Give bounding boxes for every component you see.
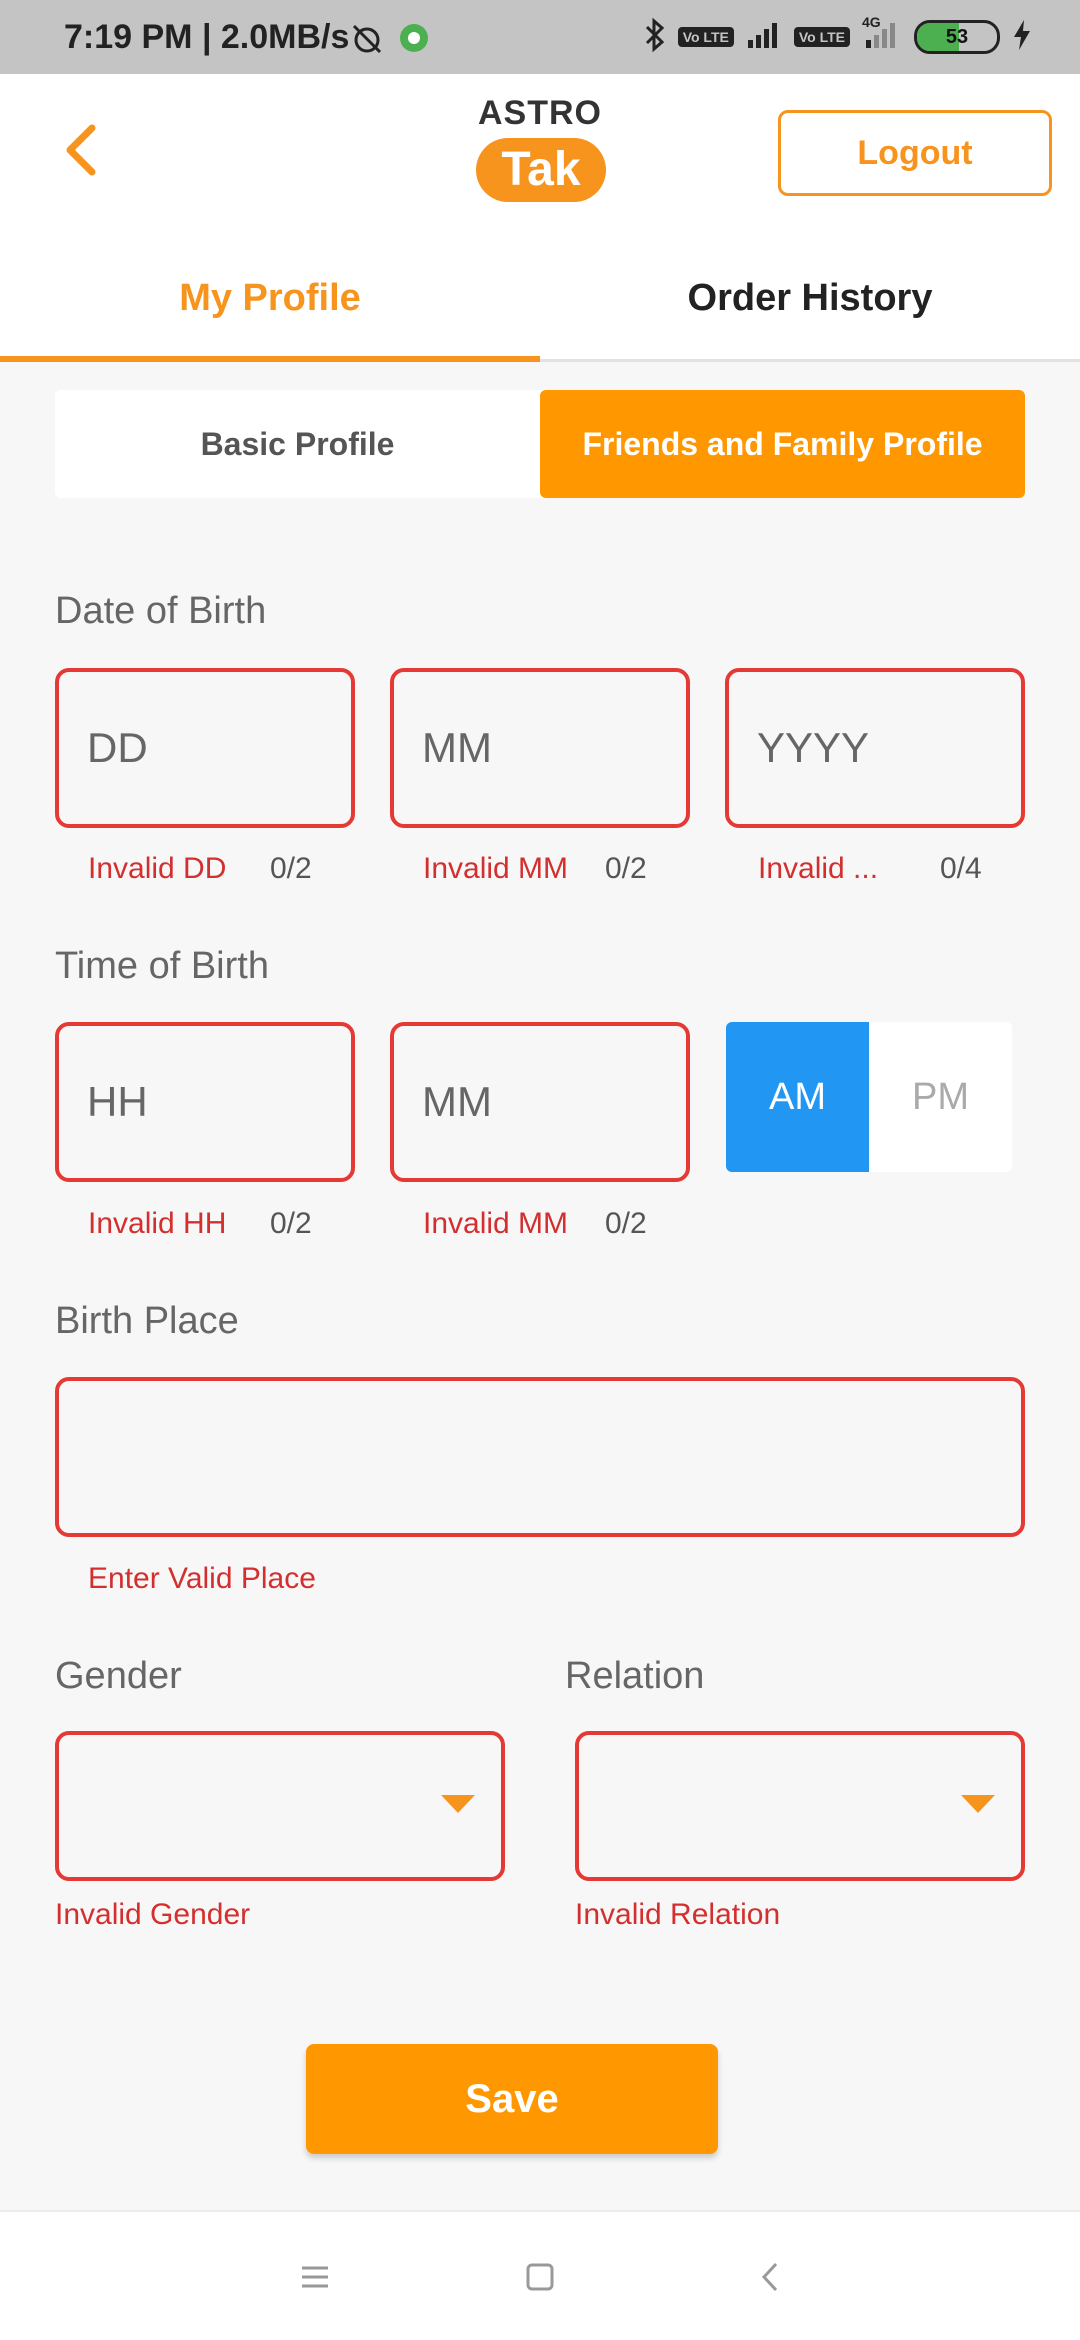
status-time-speed: 7:19 PM | 2.0MB/s bbox=[64, 17, 350, 56]
tob-label: Time of Birth bbox=[55, 945, 269, 987]
dob-day-input[interactable]: DD bbox=[55, 668, 355, 828]
dob-month-input[interactable]: MM bbox=[390, 668, 690, 828]
tob-minute-counter: 0/2 bbox=[605, 1207, 647, 1240]
tob-hour-placeholder: HH bbox=[87, 1078, 148, 1125]
status-bar: 7:19 PM | 2.0MB/s Vo LTE Vo LTE 4G 53 bbox=[0, 0, 1080, 74]
home-icon[interactable] bbox=[505, 2242, 575, 2312]
tob-minute-error: Invalid MM bbox=[423, 1207, 569, 1240]
subtab-friends-family-profile[interactable]: Friends and Family Profile bbox=[540, 390, 1025, 498]
main-tabs: My Profile Order History bbox=[0, 234, 1080, 362]
dob-day-placeholder: DD bbox=[87, 724, 148, 771]
app-notification-icon bbox=[398, 22, 430, 59]
subtab-basic-profile[interactable]: Basic Profile bbox=[55, 390, 540, 498]
active-tab-indicator bbox=[0, 356, 540, 362]
dob-day-counter: 0/2 bbox=[270, 852, 312, 885]
tob-minute-placeholder: MM bbox=[422, 1078, 492, 1125]
battery-percent: 53 bbox=[945, 25, 969, 48]
dob-month-error: Invalid MM bbox=[423, 852, 569, 885]
battery-icon: 53 bbox=[914, 20, 1000, 54]
bluetooth-icon bbox=[644, 17, 666, 57]
system-nav-bar bbox=[0, 2210, 1080, 2340]
birth-place-input[interactable] bbox=[55, 1377, 1025, 1537]
pm-option[interactable]: PM bbox=[869, 1022, 1012, 1172]
logo-text-top: ASTRO bbox=[478, 94, 602, 132]
alarm-off-icon bbox=[350, 22, 384, 61]
logout-button[interactable]: Logout bbox=[778, 110, 1052, 196]
logo-text-bottom: Tak bbox=[476, 138, 606, 202]
gender-label: Gender bbox=[55, 1655, 182, 1697]
chevron-left-icon bbox=[66, 124, 96, 176]
network-type-label: 4G bbox=[862, 13, 881, 30]
tob-hour-error: Invalid HH bbox=[88, 1207, 227, 1240]
signal-4g-icon: 4G bbox=[862, 14, 902, 55]
dob-month-placeholder: MM bbox=[422, 724, 492, 771]
tob-hour-input[interactable]: HH bbox=[55, 1022, 355, 1182]
astrotak-logo: ASTRO Tak bbox=[470, 94, 610, 214]
volte-icon: Vo LTE bbox=[677, 27, 734, 47]
app-header: ASTRO Tak Logout bbox=[0, 74, 1080, 234]
back-button[interactable] bbox=[50, 120, 110, 180]
relation-error: Invalid Relation bbox=[575, 1898, 781, 1931]
birth-place-error: Enter Valid Place bbox=[88, 1562, 316, 1595]
dob-label: Date of Birth bbox=[55, 590, 267, 632]
save-button[interactable]: Save bbox=[306, 2044, 718, 2154]
relation-select[interactable] bbox=[575, 1731, 1025, 1881]
dropdown-arrow-icon bbox=[961, 1795, 995, 1813]
am-option[interactable]: AM bbox=[726, 1022, 869, 1172]
tob-hour-counter: 0/2 bbox=[270, 1207, 312, 1240]
charging-icon bbox=[1012, 18, 1032, 57]
profile-subtabs: Basic Profile Friends and Family Profile bbox=[55, 390, 1025, 498]
gender-select[interactable] bbox=[55, 1731, 505, 1881]
back-nav-icon[interactable] bbox=[735, 2242, 805, 2312]
birth-place-label: Birth Place bbox=[55, 1300, 239, 1342]
dob-year-counter: 0/4 bbox=[940, 852, 982, 885]
tob-minute-input[interactable]: MM bbox=[390, 1022, 690, 1182]
dob-year-input[interactable]: YYYY bbox=[725, 668, 1025, 828]
relation-label: Relation bbox=[565, 1655, 705, 1697]
signal-icon bbox=[746, 20, 782, 55]
menu-icon[interactable] bbox=[280, 2242, 350, 2312]
dob-year-placeholder: YYYY bbox=[757, 724, 870, 771]
tab-my-profile[interactable]: My Profile bbox=[0, 234, 540, 362]
dob-day-error: Invalid DD bbox=[88, 852, 227, 885]
volte-icon-2: Vo LTE bbox=[793, 27, 850, 47]
tab-order-history[interactable]: Order History bbox=[540, 234, 1080, 362]
am-pm-toggle: AM PM bbox=[726, 1022, 1012, 1172]
gender-error: Invalid Gender bbox=[55, 1898, 251, 1931]
dob-month-counter: 0/2 bbox=[605, 852, 647, 885]
dropdown-arrow-icon bbox=[441, 1795, 475, 1813]
dob-year-error: Invalid ... bbox=[758, 852, 879, 885]
